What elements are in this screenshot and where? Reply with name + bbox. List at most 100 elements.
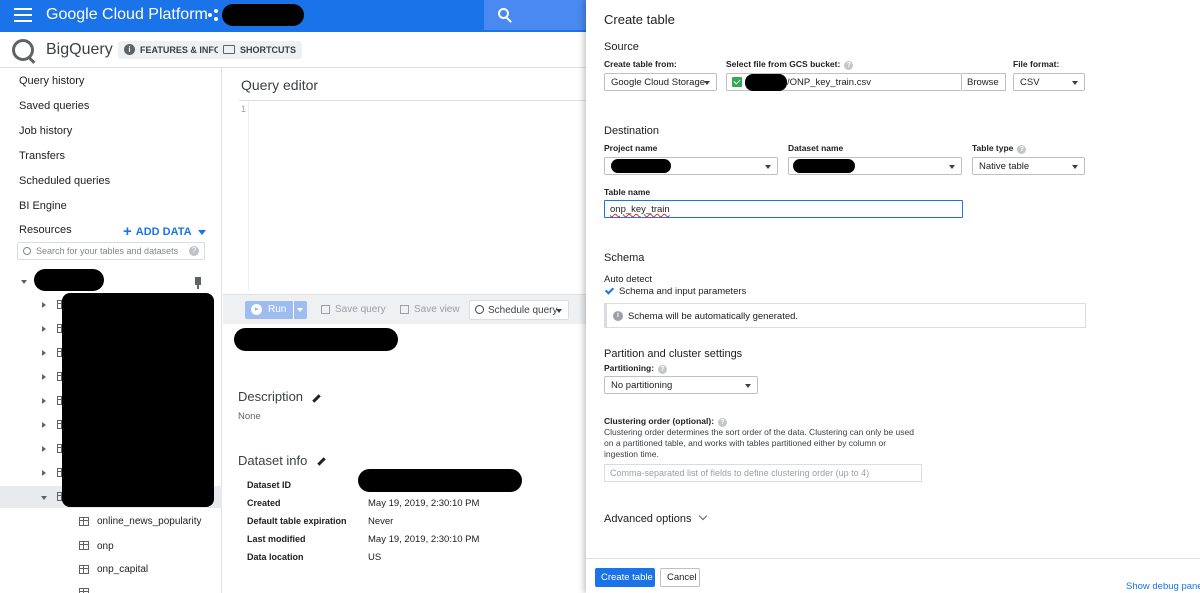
nav-query-history[interactable]: Query history [19,75,84,87]
dataset-id-redacted [358,469,522,492]
help-icon[interactable]: ? [718,418,728,427]
project-name-redacted [611,159,671,173]
menu-icon[interactable] [14,8,32,22]
nav-scheduled-queries[interactable]: Scheduled queries [19,175,110,187]
expand-icon[interactable] [42,326,46,332]
save-query-button[interactable]: Save query [319,301,386,319]
product-title: BigQuery [46,41,113,58]
table-name-value: onp_key_train [610,204,670,215]
table-icon [79,517,89,526]
created-value: May 19, 2019, 2:30:10 PM [368,498,480,509]
resource-search-placeholder: Search for your tables and datasets [36,246,179,256]
table-onp[interactable]: onp [97,541,114,552]
gcs-path-input[interactable]: /ONP_key_train.csv [726,73,962,91]
table-icon [79,588,89,593]
expand-icon[interactable] [42,374,46,380]
app-title[interactable]: Google Cloud Platform [46,6,208,24]
chevron-down-icon [699,511,708,521]
gcs-path-value: /ONP_key_train.csv [787,77,871,88]
dataset-name-select[interactable] [788,157,962,175]
collapse-icon[interactable] [41,496,47,500]
chevron-down-icon [1072,165,1078,169]
gcs-label-text: Select file from GCS bucket: [726,59,841,69]
pin-icon[interactable] [195,277,201,289]
expand-icon[interactable] [42,422,46,428]
save-view-button[interactable]: Save view [398,301,460,319]
expand-icon[interactable] [42,398,46,404]
expand-icon[interactable] [42,302,46,308]
advanced-options-toggle[interactable]: Advanced options [604,511,708,525]
table-icon [79,541,89,550]
bigquery-logo-icon [12,39,34,61]
schema-info-box: i Schema will be automatically generated… [604,303,1086,328]
chevron-down-icon [765,165,771,169]
table-name-input[interactable]: onp_key_train [604,200,963,218]
expand-icon[interactable] [42,350,46,356]
schema-checkbox-label[interactable]: Schema and input parameters [619,286,746,297]
view-icon [400,305,409,314]
table-onp-capital[interactable]: onp_capital [97,564,148,575]
nav-saved-queries[interactable]: Saved queries [19,100,89,112]
help-icon[interactable]: ? [1017,145,1027,154]
browse-button[interactable]: Browse [962,73,1006,91]
edit-description-icon[interactable] [312,394,321,403]
clustering-placeholder: Comma-separated list of fields to define… [610,468,870,478]
help-icon[interactable]: ? [658,365,668,374]
table-type-label: Table type? [972,143,1027,154]
valid-check-icon [732,77,742,87]
create-table-button[interactable]: Create table [595,568,655,587]
shortcuts-button[interactable]: SHORTCUTS [218,41,302,59]
run-options-dropdown[interactable] [293,301,307,319]
project-dots-icon[interactable] [208,9,220,21]
info-icon: i [124,44,135,55]
add-data-button[interactable]: + ADD DATA [123,222,206,240]
resource-search-input[interactable]: Search for your tables and datasets ? [17,242,205,260]
source-heading: Source [604,41,639,53]
table-online-news-popularity[interactable]: online_news_popularity [97,516,202,527]
clustering-label-text: Clustering order (optional): [604,416,715,426]
expand-project-icon[interactable] [21,280,27,284]
schedule-query-button[interactable]: Schedule query [469,300,569,320]
features-info-button[interactable]: i FEATURES & INFO [118,41,227,59]
nav-transfers[interactable]: Transfers [19,150,65,162]
clustering-input[interactable]: Comma-separated list of fields to define… [604,464,922,482]
create-from-label: Create table from: [604,59,677,69]
project-name-select[interactable] [604,157,778,175]
expand-icon[interactable] [42,446,46,452]
keyboard-icon [223,45,235,54]
partitioning-value: No partitioning [611,380,673,391]
project-selector[interactable] [222,4,304,26]
last-modified-value: May 19, 2019, 2:30:10 PM [368,534,480,545]
file-format-select[interactable]: CSV [1013,73,1085,91]
save-query-label: Save query [335,304,386,315]
nav-job-history[interactable]: Job history [19,125,72,137]
dataset-name-label: Dataset name [788,143,844,153]
sql-editor[interactable]: 1 [239,100,586,291]
nav-bi-engine[interactable]: BI Engine [19,200,67,212]
dataset-info-title: Dataset info [238,453,308,468]
project-node[interactable] [34,269,104,291]
search-icon [498,8,509,19]
create-from-select[interactable]: Google Cloud Storage [604,73,717,91]
file-format-value: CSV [1020,77,1040,88]
cancel-button[interactable]: Cancel [660,568,700,587]
partitioning-label: Partitioning:? [604,363,668,374]
partitioning-select[interactable]: No partitioning [604,376,758,394]
auto-detect-checkbox[interactable] [604,285,615,295]
expiration-key: Default table expiration [247,516,347,526]
left-sidebar: Query history Saved queries Job history … [0,68,222,593]
show-debug-panel-link[interactable]: Show debug panel [1126,581,1200,592]
run-button[interactable]: Run [245,301,307,319]
dataset-list-redacted [62,293,214,507]
edit-dataset-info-icon[interactable] [317,457,326,466]
help-icon[interactable]: ? [844,61,854,70]
auto-detect-label: Auto detect [604,274,653,285]
description-title: Description [238,389,304,404]
description-value: None [238,411,261,422]
dataset-id-key: Dataset ID [247,480,292,490]
help-icon[interactable]: ? [189,246,199,256]
expand-icon[interactable] [42,470,46,476]
partitioning-label-text: Partitioning: [604,363,655,373]
search-bar[interactable] [484,0,586,30]
table-type-select[interactable]: Native table [972,157,1085,175]
